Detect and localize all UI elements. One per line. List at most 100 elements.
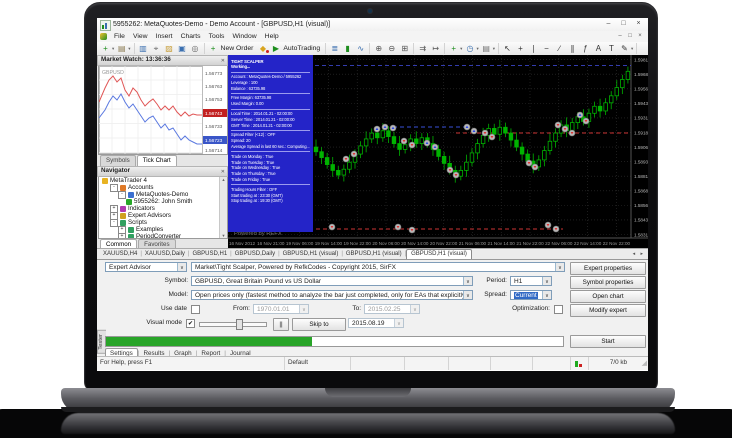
collapse-icon[interactable]: - xyxy=(110,184,118,192)
menu-charts[interactable]: Charts xyxy=(177,33,205,40)
skip-to-button[interactable]: Skip to xyxy=(292,318,346,331)
to-date-input[interactable]: 2015.02.25 xyxy=(364,304,420,314)
spread-select[interactable]: Current xyxy=(510,290,552,300)
close-icon[interactable]: ✕ xyxy=(221,168,225,176)
ea-info-line: Used Margin: 0.00 xyxy=(231,101,310,107)
skip-date-input[interactable]: 2015.08.19 xyxy=(348,318,404,328)
menu-view[interactable]: View xyxy=(129,33,152,40)
test-type-select[interactable]: Expert Advisor xyxy=(105,262,187,272)
visual-mode-checkbox[interactable] xyxy=(186,319,195,328)
crosshair-icon[interactable]: + xyxy=(514,43,527,54)
fibonacci-icon[interactable]: ƒ xyxy=(579,43,592,54)
candlestick xyxy=(442,156,446,163)
chart-tab[interactable]: GBPUSD,H1 (visual) xyxy=(406,249,472,260)
collapse-icon[interactable]: - xyxy=(118,191,126,199)
menu-insert[interactable]: Insert xyxy=(152,33,177,40)
slider-thumb[interactable] xyxy=(236,319,243,330)
tab-scroll-arrows[interactable]: ◂ ▸ xyxy=(633,251,648,257)
candlestick-chart-icon[interactable]: ▮ xyxy=(341,43,354,54)
close-icon[interactable]: ✕ xyxy=(221,57,225,65)
text-label-icon[interactable]: T xyxy=(605,43,618,54)
chart-tab[interactable]: GBPUSD,Daily xyxy=(232,250,278,259)
mdi-minimize-button[interactable]: – xyxy=(615,31,625,42)
arrows-icon[interactable]: ✎▾ xyxy=(618,43,634,54)
menu-help[interactable]: Help xyxy=(261,33,283,40)
vertical-line-icon[interactable]: ∣ xyxy=(527,43,540,54)
mdi-close-button[interactable]: × xyxy=(635,31,645,42)
autotrading-icon[interactable]: ▶AutoTrading xyxy=(269,43,323,54)
visual-speed-slider[interactable] xyxy=(199,322,267,327)
expert-properties-button[interactable]: Expert properties xyxy=(570,262,646,275)
strategy-tester-icon[interactable]: ◎ xyxy=(189,43,202,54)
bar-chart-icon[interactable]: ≣ xyxy=(328,43,341,54)
periods-icon[interactable]: ◷▾ xyxy=(463,43,479,54)
tree-item-account-john-smith[interactable]: 5955262: John Smith xyxy=(99,198,227,205)
minimize-button[interactable]: – xyxy=(601,18,616,30)
close-button[interactable]: × xyxy=(631,18,646,30)
templates-icon[interactable]: ▤▾ xyxy=(480,43,496,54)
symbol-properties-button[interactable]: Symbol properties xyxy=(570,276,646,289)
tab-tick-chart[interactable]: Tick Chart xyxy=(137,155,177,166)
from-date-input[interactable]: 1970.01.01 xyxy=(253,304,309,314)
text-icon[interactable]: A xyxy=(592,43,605,54)
chart-tab[interactable]: GBPUSD,H1 (visual) xyxy=(343,250,405,259)
menu-file[interactable]: File xyxy=(110,33,129,40)
start-button[interactable]: Start xyxy=(570,335,646,348)
use-date-checkbox[interactable] xyxy=(191,305,200,314)
chart-area[interactable]: Powered by REFX1.598101.596851.595601.59… xyxy=(228,55,648,248)
menu-tools[interactable]: Tools xyxy=(205,33,229,40)
price-axis-label: 1.58810 xyxy=(634,174,648,179)
price-axis-label: 1.59685 xyxy=(634,72,648,77)
horizontal-line-icon[interactable]: − xyxy=(540,43,553,54)
menu-window[interactable]: Window xyxy=(228,33,260,40)
tree-item-server-metaquotes-demo[interactable]: -MetaQuotes-Demo xyxy=(99,191,227,198)
indicators-icon[interactable]: +▾ xyxy=(447,43,463,54)
new-chart-icon[interactable]: +▾ xyxy=(99,43,115,54)
data-window-icon[interactable]: ⌖ xyxy=(150,43,163,54)
candlestick xyxy=(387,131,391,137)
ea-info-line: Average Spread in last 60 sec.: Computin… xyxy=(231,144,310,150)
model-select[interactable]: Open prices only (fastest method to anal… xyxy=(191,290,473,300)
tree-item-period-converter[interactable]: +PeriodConverter xyxy=(99,233,227,239)
navigator-icon[interactable]: ▨ xyxy=(163,43,176,54)
cursor-icon[interactable]: ↖ xyxy=(501,43,514,54)
modify-expert-button[interactable]: Modify expert xyxy=(570,304,646,317)
chart-shift-icon[interactable]: ↦ xyxy=(429,43,442,54)
tree-item-expert-advisors[interactable]: +Expert Advisors xyxy=(99,212,227,219)
ea-info-group: TIGHT SCALPERWorking... xyxy=(231,57,310,73)
maximize-button[interactable]: □ xyxy=(616,18,631,30)
navigator-panel: Navigator ✕ MetaTrader 4-Accounts-MetaQu… xyxy=(97,166,228,250)
pause-button[interactable]: || xyxy=(273,318,289,331)
period-select[interactable]: H1 xyxy=(510,276,552,286)
symbol-select[interactable]: GBPUSD, Great Britain Pound vs US Dollar xyxy=(191,276,473,286)
expand-icon[interactable]: + xyxy=(118,233,126,240)
market-watch-icon[interactable]: ▥ xyxy=(137,43,150,54)
open-chart-button[interactable]: Open chart xyxy=(570,290,646,303)
zoom-out-icon[interactable]: ⊖ xyxy=(385,43,398,54)
chart-tab[interactable]: XAUUSD,H4 xyxy=(100,250,140,259)
grid-icon[interactable]: ⊞ xyxy=(398,43,411,54)
optimization-checkbox[interactable] xyxy=(554,305,563,314)
auto-scroll-icon[interactable]: ⇉ xyxy=(416,43,429,54)
channel-icon[interactable]: ∥ xyxy=(566,43,579,54)
tree-item-indicators[interactable]: +Indicators xyxy=(99,205,227,212)
trendline-icon[interactable]: ∕ xyxy=(553,43,566,54)
tab-symbols[interactable]: Symbols xyxy=(100,155,136,166)
terminal-icon[interactable]: ▣ xyxy=(176,43,189,54)
line-chart-icon[interactable]: ∿ xyxy=(354,43,367,54)
scroll-down-icon[interactable]: ▼ xyxy=(220,233,227,238)
new-order-icon[interactable]: +New Order xyxy=(207,43,257,54)
scroll-up-icon[interactable]: ▲ xyxy=(220,177,227,182)
zoom-in-icon[interactable]: ⊕ xyxy=(372,43,385,54)
profiles-icon[interactable]: ▤▾ xyxy=(115,43,131,54)
navigator-scrollbar[interactable]: ▲▼ xyxy=(219,177,227,238)
chart-tab[interactable]: GBPUSD,H1 (visual) xyxy=(280,250,342,259)
chart-tab[interactable]: GBPUSD,H1 xyxy=(189,250,230,259)
resize-grip[interactable]: ◢ xyxy=(642,357,648,370)
tree-item-metatrader4[interactable]: MetaTrader 4 xyxy=(99,177,227,184)
collapse-icon[interactable]: - xyxy=(110,219,118,227)
candlestick xyxy=(314,147,318,152)
mdi-maximize-button[interactable]: □ xyxy=(625,31,635,42)
expert-select[interactable]: Market\Tight Scalper, Powered by RefkCod… xyxy=(191,262,565,272)
chart-tab[interactable]: XAUUSD,Daily xyxy=(142,250,188,259)
